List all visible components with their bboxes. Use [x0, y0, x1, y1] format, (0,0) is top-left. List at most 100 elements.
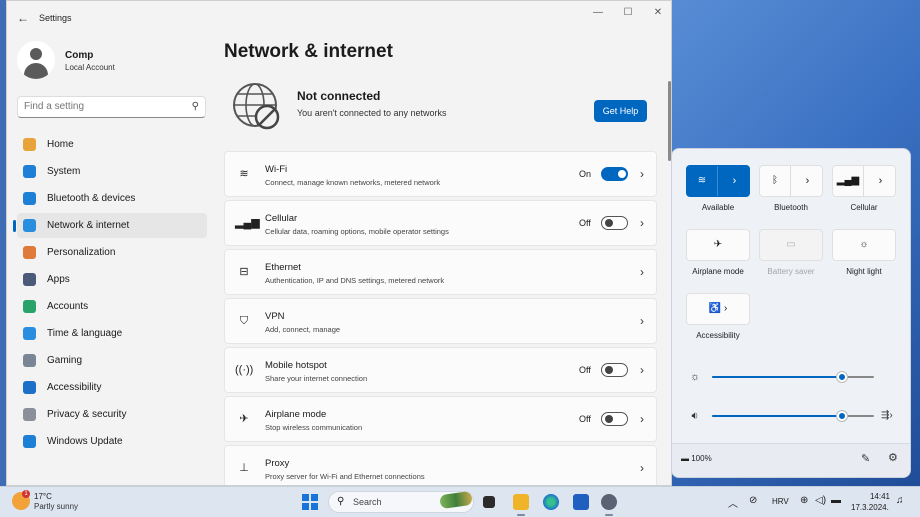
network-globe-icon[interactable]: ⊕ [800, 495, 808, 506]
card-proxy[interactable]: ⊥ Proxy Proxy server for Wi-Fi and Etherne… [224, 445, 657, 485]
cellular-icon: ▂▄▆ [235, 217, 260, 229]
chevron-right-icon[interactable]: › [636, 362, 648, 378]
chevron-right-icon[interactable]: › [636, 411, 648, 427]
chevron-right-icon[interactable]: › [636, 215, 648, 231]
chevron-right-icon[interactable]: › [865, 166, 896, 196]
sidebar-item-label: Personalization [47, 247, 116, 258]
weather-desc[interactable]: Partly sunny [34, 502, 78, 511]
card-ethernet[interactable]: ⊟ Ethernet Authentication, IP and DNS sett… [224, 249, 657, 295]
card-subtitle: Cellular data, roaming options, mobile o… [265, 227, 449, 236]
store-icon[interactable] [573, 494, 589, 510]
brightness-slider[interactable]: ☼ [688, 369, 878, 385]
settings-gear-icon[interactable] [601, 494, 617, 516]
taskbar: 1 17°C Partly sunny ⚲ Search ︿ ⊘ HRV ⊕ ◁… [0, 486, 920, 517]
tile-airplane-mode[interactable]: ✈ [686, 229, 750, 261]
card-title: Mobile hotspot [265, 360, 327, 371]
sidebar-item-label: Windows Update [47, 436, 123, 447]
edge-browser-icon[interactable] [543, 494, 559, 510]
status-title: Not connected [297, 89, 381, 103]
minimize-button[interactable]: — [583, 6, 613, 20]
volume-slider[interactable]: 🔉︎ [688, 408, 878, 424]
scrollbar[interactable] [668, 81, 671, 161]
sidebar-item-label: Network & internet [47, 220, 130, 231]
brightness-thumb[interactable] [836, 372, 847, 382]
sidebar-item-bluetooth-devices[interactable]: Bluetooth & devices [17, 186, 207, 211]
chevron-right-icon[interactable]: › [636, 264, 648, 280]
tile-label: Available [701, 203, 735, 212]
toggle-switch[interactable] [601, 216, 628, 230]
chevron-right-icon[interactable]: › [792, 166, 823, 196]
card-subtitle: Connect, manage known networks, metered … [265, 178, 441, 187]
sidebar-item-home[interactable]: Home [17, 132, 207, 157]
tile-available[interactable]: ≋ › [686, 165, 750, 197]
ethernet-icon: ⊟ [239, 266, 249, 278]
sidebar-item-accounts[interactable]: Accounts [17, 294, 207, 319]
language-indicator[interactable]: HRV [772, 497, 789, 506]
wifi-icon[interactable]: ≋ [687, 166, 718, 196]
edit-quick-settings-icon[interactable]: ✎ [861, 452, 870, 465]
battery-status[interactable]: ▬ 100% [681, 454, 712, 463]
quick-settings-flyout: ☼ 🔉︎ ⇶› ▬ 100% ✎ ⚙ ≋ › Available ᛒ › Bluetoot… [671, 148, 911, 478]
avatar [17, 41, 55, 79]
toggle-switch[interactable] [601, 167, 628, 181]
sidebar-item-apps[interactable]: Apps [17, 267, 207, 292]
tray-overflow-chevron-icon[interactable]: ︿ [728, 495, 738, 510]
clock-time[interactable]: 14:41 [866, 492, 890, 501]
start-button[interactable] [302, 494, 318, 510]
toggle-switch[interactable] [601, 363, 628, 377]
sidebar-nav: Home System Bluetooth & devices Network & i… [13, 132, 207, 456]
notification-bell-icon[interactable]: ♫ [896, 495, 904, 506]
volume-thumb[interactable] [836, 411, 847, 421]
battery-icon[interactable]: ▬ [831, 495, 841, 506]
toggle-switch[interactable] [601, 412, 628, 426]
tile-bluetooth[interactable]: ᛒ › [759, 165, 823, 197]
get-help-button[interactable]: Get Help [594, 100, 647, 122]
back-button[interactable]: ← [15, 10, 31, 26]
card-airplane-mode[interactable]: ✈ Airplane mode Stop wireless communicatio… [224, 396, 657, 442]
sidebar-item-label: Accounts [47, 301, 89, 312]
file-explorer-icon[interactable] [513, 494, 529, 516]
card-cellular[interactable]: ▂▄▆ Cellular Cellular data, roaming option… [224, 200, 657, 246]
toggle-state-label: Off [579, 414, 591, 424]
settings-search[interactable]: ⚲ [17, 96, 206, 118]
sidebar-item-label: Gaming [47, 355, 83, 366]
sidebar-item-network-internet[interactable]: Network & internet [13, 213, 207, 238]
weather-temp[interactable]: 17°C [34, 492, 52, 501]
sidebar-item-system[interactable]: System [17, 159, 207, 184]
apps-icon [23, 273, 36, 286]
card-title: Ethernet [265, 262, 301, 273]
tile-night-light[interactable]: ☼ [832, 229, 896, 261]
clock-date[interactable]: 17.3.2024. [851, 503, 889, 512]
sidebar-item-accessibility[interactable]: Accessibility [17, 375, 207, 400]
tile-cellular[interactable]: ▂▄▆ › [832, 165, 896, 197]
vpn-shield-icon: ⛉ [239, 315, 249, 327]
card-vpn[interactable]: ⛉ VPN Add, connect, manage › [224, 298, 657, 344]
proxy-icon: ⊥ [239, 462, 249, 474]
chevron-right-icon[interactable]: › [636, 313, 648, 329]
gear-icon[interactable]: ⚙ [888, 451, 898, 464]
maximize-button[interactable]: ☐ [613, 6, 643, 20]
chevron-right-icon[interactable]: › [719, 166, 750, 196]
cellular-icon[interactable]: ▂▄▆ [833, 166, 864, 196]
card-mobile-hotspot[interactable]: ((·)) Mobile hotspot Share your internet c… [224, 347, 657, 393]
chevron-right-icon[interactable]: › [636, 166, 648, 182]
airplane-icon: ✈ [239, 413, 249, 425]
sidebar-item-label: Home [47, 139, 74, 150]
bluetooth-icon[interactable]: ᛒ [760, 166, 791, 196]
close-button[interactable]: ✕ [643, 6, 671, 20]
sidebar-item-personalization[interactable]: Personalization [17, 240, 207, 265]
sidebar-item-time-language[interactable]: Time & language [17, 321, 207, 346]
tile-accessibility[interactable]: ♿ › [686, 293, 750, 325]
chevron-right-icon[interactable]: › [636, 460, 648, 476]
card-subtitle: Stop wireless communication [265, 423, 363, 432]
volume-icon[interactable]: ◁) [815, 495, 826, 506]
sidebar-item-windows-update[interactable]: Windows Update [17, 429, 207, 454]
audio-output-button[interactable]: ⇶› [881, 410, 893, 421]
sidebar-item-gaming[interactable]: Gaming [17, 348, 207, 373]
card-wi-fi[interactable]: ≋ Wi-Fi Connect, manage known networks, me… [224, 151, 657, 197]
search-input[interactable] [24, 101, 184, 112]
copilot-off-icon[interactable]: ⊘ [749, 495, 757, 506]
battery-percent: 100% [691, 454, 712, 463]
task-view-icon[interactable] [483, 496, 495, 508]
sidebar-item-privacy-security[interactable]: Privacy & security [17, 402, 207, 427]
